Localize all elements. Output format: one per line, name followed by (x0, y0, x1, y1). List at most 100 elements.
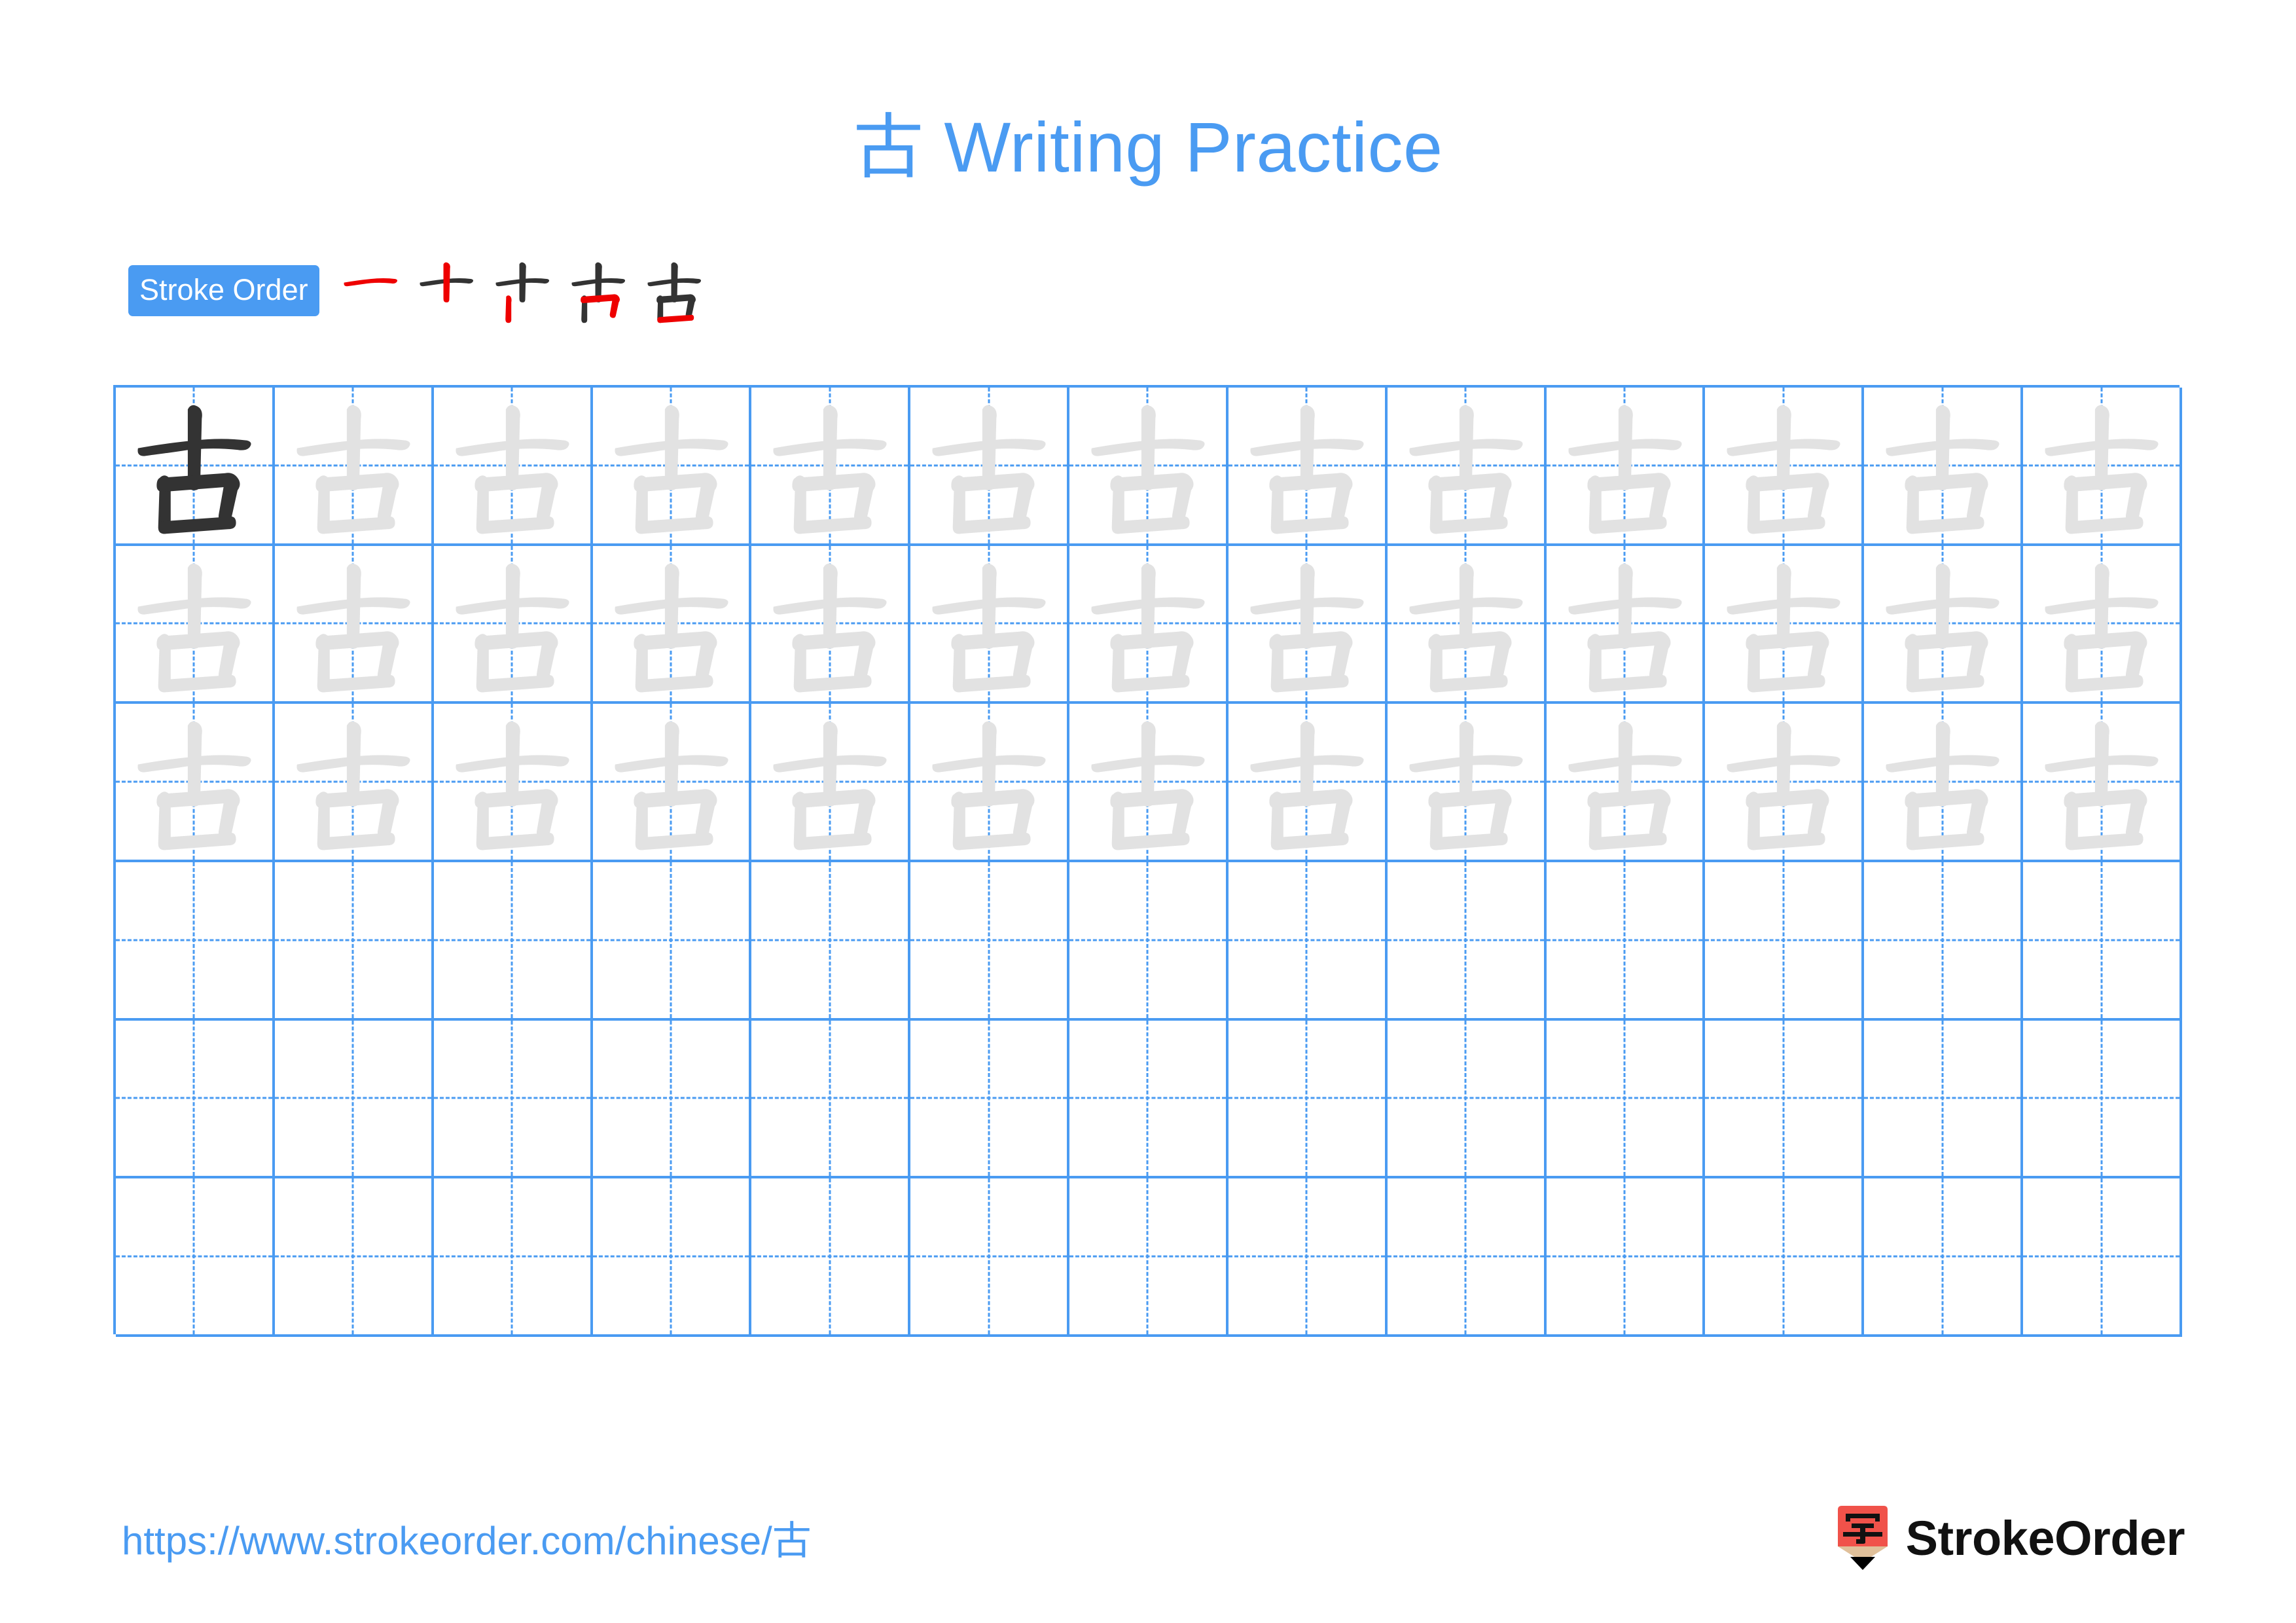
practice-cell-r6-c10[interactable] (1546, 1178, 1706, 1337)
practice-cell-r4-c8[interactable] (1228, 862, 1388, 1021)
practice-grid-row (116, 1178, 2182, 1337)
practice-cell-r1-c5[interactable] (751, 388, 911, 546)
practice-cell-r4-c4[interactable] (592, 862, 752, 1021)
practice-cell-r3-c4[interactable] (592, 704, 752, 862)
practice-cell-r4-c2[interactable] (274, 862, 434, 1021)
practice-cell-r5-c9[interactable] (1387, 1020, 1547, 1179)
practice-grid-row (116, 388, 2182, 546)
trace-character (275, 388, 431, 543)
practice-cell-r3-c3[interactable] (433, 704, 593, 862)
practice-cell-r6-c6[interactable] (910, 1178, 1070, 1337)
practice-cell-r3-c8[interactable] (1228, 704, 1388, 862)
practice-cell-r3-c2[interactable] (274, 704, 434, 862)
page-title: 古 Writing Practice (0, 105, 2296, 190)
practice-cell-r3-c1[interactable] (116, 704, 275, 862)
practice-cell-r3-c9[interactable] (1387, 704, 1547, 862)
trace-character (593, 704, 749, 860)
practice-cell-r5-c13[interactable] (2023, 1020, 2182, 1179)
trace-character (2023, 704, 2179, 860)
practice-cell-r5-c11[interactable] (1705, 1020, 1865, 1179)
trace-character (751, 388, 908, 543)
practice-cell-r5-c6[interactable] (910, 1020, 1070, 1179)
practice-cell-r4-c7[interactable] (1069, 862, 1229, 1021)
practice-cell-r2-c12[interactable] (1864, 545, 2024, 704)
stroke-order-glyph-list (334, 254, 713, 327)
practice-cell-r1-c1[interactable] (116, 388, 275, 546)
practice-cell-r5-c8[interactable] (1228, 1020, 1388, 1179)
practice-cell-r6-c11[interactable] (1705, 1178, 1865, 1337)
practice-cell-r6-c1[interactable] (116, 1178, 275, 1337)
practice-cell-r3-c10[interactable] (1546, 704, 1706, 862)
practice-cell-r2-c1[interactable] (116, 545, 275, 704)
practice-cell-r4-c10[interactable] (1546, 862, 1706, 1021)
practice-cell-r1-c11[interactable] (1705, 388, 1865, 546)
practice-cell-r3-c11[interactable] (1705, 704, 1865, 862)
practice-cell-r6-c12[interactable] (1864, 1178, 2024, 1337)
practice-cell-r3-c6[interactable] (910, 704, 1070, 862)
trace-character (910, 704, 1067, 860)
model-character (116, 388, 272, 543)
practice-cell-r2-c6[interactable] (910, 545, 1070, 704)
practice-cell-r4-c12[interactable] (1864, 862, 2024, 1021)
practice-cell-r4-c13[interactable] (2023, 862, 2182, 1021)
practice-cell-r4-c11[interactable] (1705, 862, 1865, 1021)
trace-character (1705, 388, 1861, 543)
practice-cell-r2-c2[interactable] (274, 545, 434, 704)
practice-cell-r6-c3[interactable] (433, 1178, 593, 1337)
practice-cell-r6-c4[interactable] (592, 1178, 752, 1337)
practice-cell-r2-c10[interactable] (1546, 545, 1706, 704)
practice-cell-r2-c9[interactable] (1387, 545, 1547, 704)
practice-cell-r3-c7[interactable] (1069, 704, 1229, 862)
stroke-order-step-3 (486, 254, 559, 327)
practice-cell-r6-c5[interactable] (751, 1178, 911, 1337)
practice-cell-r4-c6[interactable] (910, 862, 1070, 1021)
practice-cell-r4-c5[interactable] (751, 862, 911, 1021)
practice-cell-r2-c3[interactable] (433, 545, 593, 704)
practice-cell-r1-c2[interactable] (274, 388, 434, 546)
practice-cell-r5-c12[interactable] (1864, 1020, 2024, 1179)
practice-cell-r2-c11[interactable] (1705, 545, 1865, 704)
practice-cell-r3-c5[interactable] (751, 704, 911, 862)
practice-cell-r5-c7[interactable] (1069, 1020, 1229, 1179)
practice-cell-r1-c7[interactable] (1069, 388, 1229, 546)
practice-cell-r3-c12[interactable] (1864, 704, 2024, 862)
practice-cell-r4-c1[interactable] (116, 862, 275, 1021)
practice-cell-r4-c9[interactable] (1387, 862, 1547, 1021)
practice-cell-r3-c13[interactable] (2023, 704, 2182, 862)
practice-cell-r5-c4[interactable] (592, 1020, 752, 1179)
practice-cell-r1-c3[interactable] (433, 388, 593, 546)
practice-cell-r1-c4[interactable] (592, 388, 752, 546)
practice-cell-r1-c9[interactable] (1387, 388, 1547, 546)
practice-cell-r2-c5[interactable] (751, 545, 911, 704)
practice-cell-r1-c13[interactable] (2023, 388, 2182, 546)
practice-cell-r4-c3[interactable] (433, 862, 593, 1021)
practice-cell-r2-c7[interactable] (1069, 545, 1229, 704)
practice-cell-r6-c9[interactable] (1387, 1178, 1547, 1337)
practice-cell-r5-c5[interactable] (751, 1020, 911, 1179)
practice-cell-r2-c13[interactable] (2023, 545, 2182, 704)
practice-cell-r1-c10[interactable] (1546, 388, 1706, 546)
trace-character (1547, 546, 1703, 702)
practice-cell-r6-c13[interactable] (2023, 1178, 2182, 1337)
practice-cell-r6-c8[interactable] (1228, 1178, 1388, 1337)
practice-cell-r6-c2[interactable] (274, 1178, 434, 1337)
brand-logo[interactable]: StrokeOrder (1834, 1506, 2185, 1571)
practice-cell-r1-c8[interactable] (1228, 388, 1388, 546)
practice-cell-r2-c8[interactable] (1228, 545, 1388, 704)
trace-character (1864, 388, 2020, 543)
practice-cell-r5-c3[interactable] (433, 1020, 593, 1179)
trace-character (1388, 704, 1544, 860)
practice-cell-r5-c1[interactable] (116, 1020, 275, 1179)
trace-character (1069, 546, 1226, 702)
trace-character (116, 704, 272, 860)
practice-grid-row (116, 704, 2182, 862)
practice-cell-r1-c12[interactable] (1864, 388, 2024, 546)
practice-cell-r1-c6[interactable] (910, 388, 1070, 546)
practice-cell-r5-c10[interactable] (1546, 1020, 1706, 1179)
practice-cell-r6-c7[interactable] (1069, 1178, 1229, 1337)
footer-url[interactable]: https://www.strokeorder.com/chinese/古 (122, 1518, 812, 1565)
practice-cell-r2-c4[interactable] (592, 545, 752, 704)
practice-cell-r5-c2[interactable] (274, 1020, 434, 1179)
trace-character (751, 546, 908, 702)
stroke-order-step-1 (334, 254, 407, 327)
